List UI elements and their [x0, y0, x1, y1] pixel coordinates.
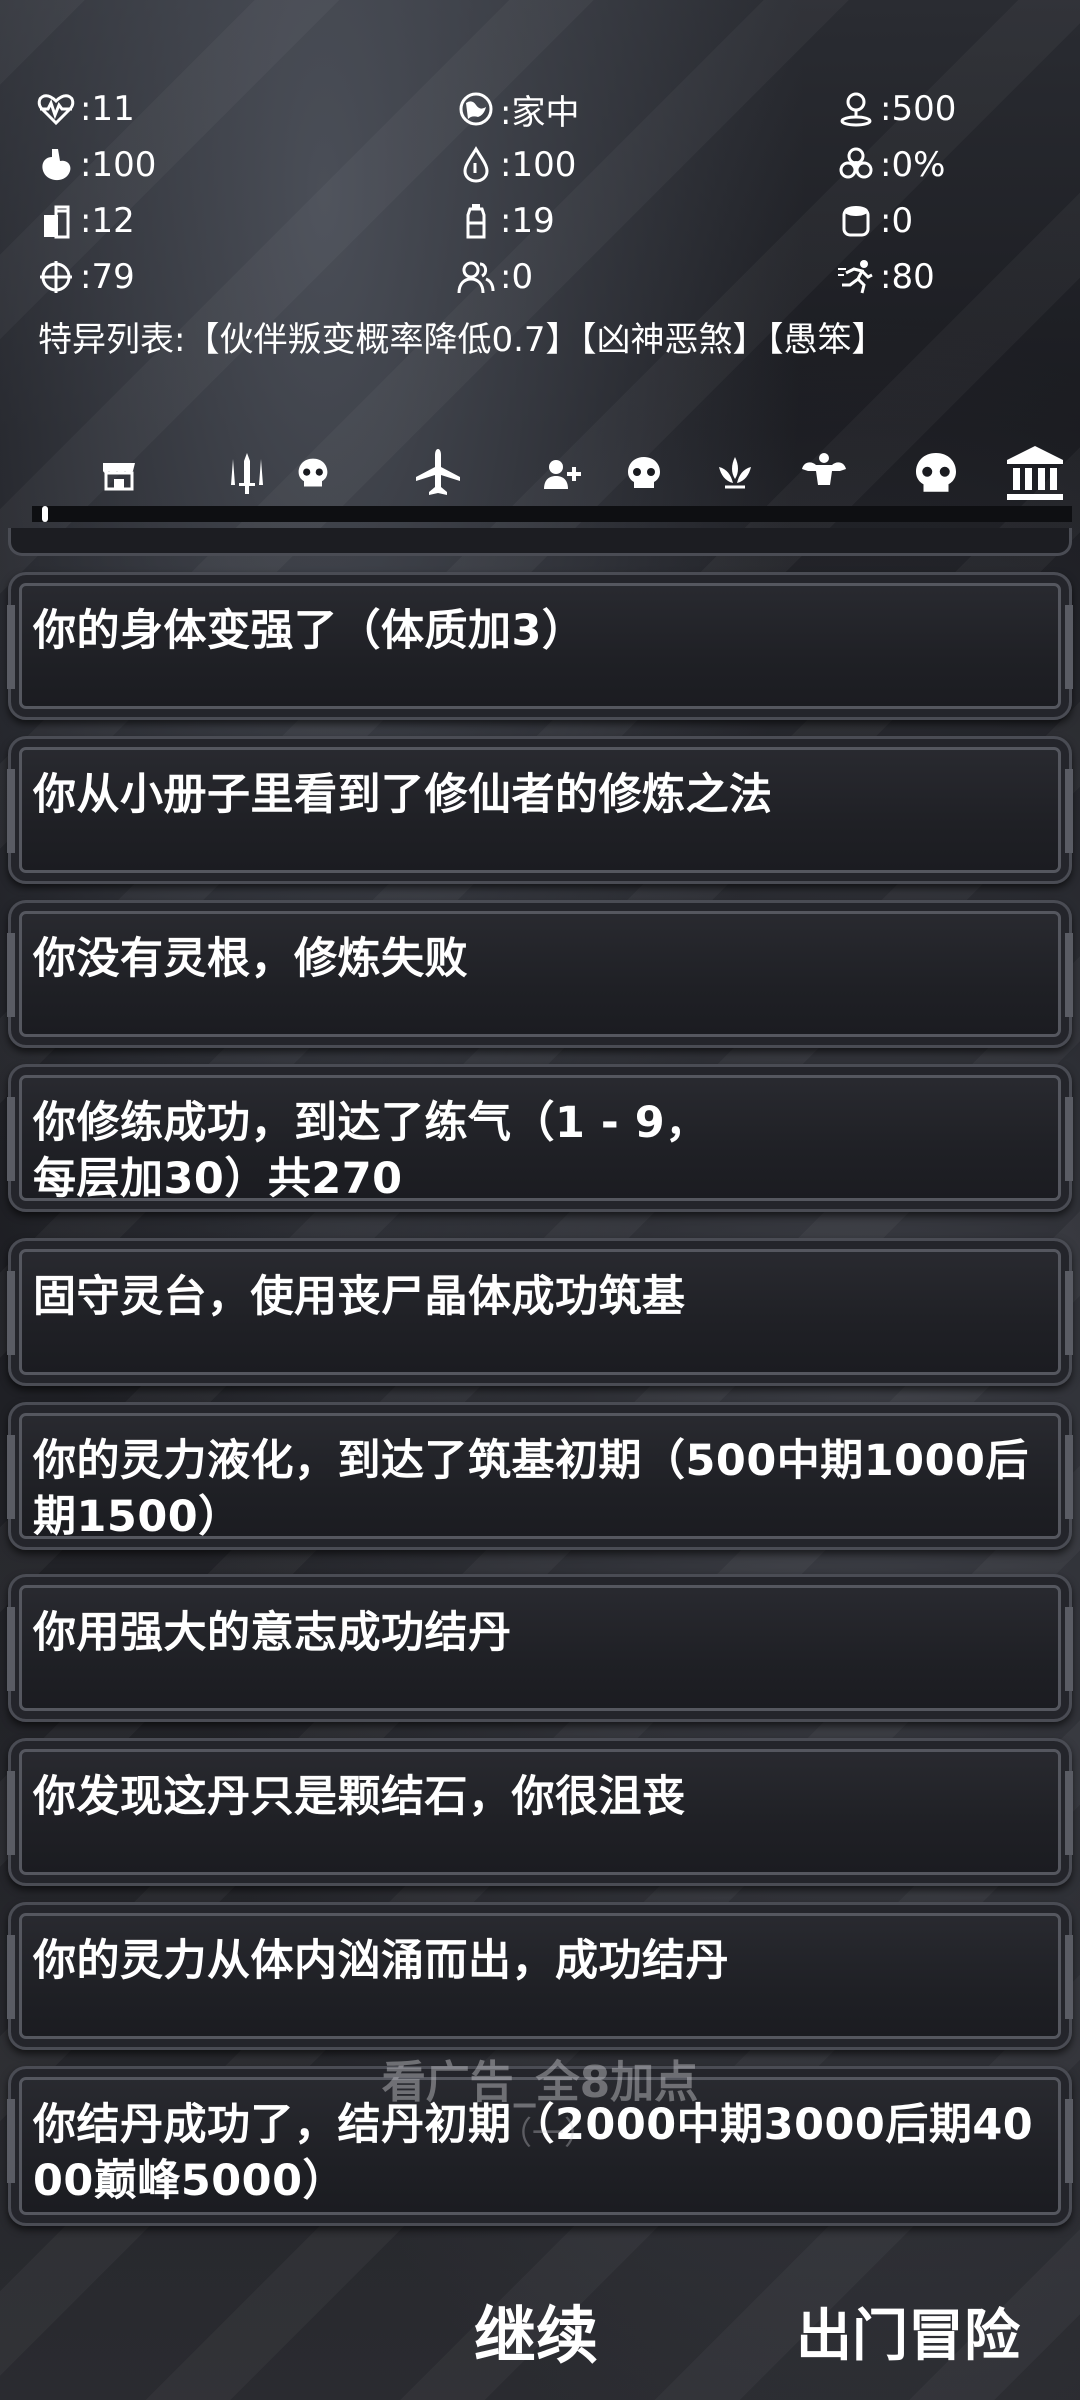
special-traits: 特异列表:【伙伴叛变概率降低0.7】【凶神恶煞】【愚笨】 — [38, 320, 886, 360]
stat-hunger: :100 — [36, 142, 456, 188]
stats-panel: :11 :家中 :500 :100 :100 :0% :12 :19 :0 :7… — [36, 86, 1046, 300]
lotus-icon — [719, 457, 751, 489]
running-icon — [838, 260, 873, 294]
go-adventure-button[interactable]: 出门冒险 — [790, 2290, 1026, 2370]
stat-agility-value: :80 — [880, 257, 935, 297]
bank-icon — [1007, 446, 1063, 500]
log-entry-text: 固守灵台，使用丧尸晶体成功筑基 — [33, 1272, 686, 1322]
stomach-icon — [42, 149, 71, 181]
heartbeat-icon — [37, 94, 75, 126]
log-entry: 你用强大的意志成功结丹 — [7, 1574, 1073, 1722]
log-entry: 你从小册子里看到了修仙者的修炼之法 — [7, 736, 1073, 884]
tab-weapons[interactable] — [222, 440, 272, 506]
stat-accuracy-value: :79 — [80, 257, 135, 297]
tab-shop[interactable] — [96, 440, 142, 506]
weapons-icon — [231, 453, 263, 494]
log-entry-text: 你的身体变强了（体质加3） — [33, 606, 586, 656]
stat-companions: :0 — [456, 254, 836, 300]
muscle-icon — [802, 453, 846, 485]
stat-accuracy: :79 — [36, 254, 456, 300]
skull-icon — [628, 457, 660, 488]
stat-agility: :80 — [836, 254, 1046, 300]
stat-thirst: :100 — [456, 142, 836, 188]
log-entry: 你的身体变强了（体质加3） — [7, 572, 1073, 720]
toilet-paper-icon — [842, 206, 870, 237]
water-bottle-icon — [466, 204, 486, 239]
tab-bosses[interactable] — [908, 440, 964, 506]
tab-cultivation[interactable] — [712, 440, 758, 506]
stat-infection: :0% — [836, 142, 1046, 188]
users-icon — [457, 261, 495, 294]
biohazard-icon — [839, 147, 873, 179]
log-entry: 你的灵力液化，到达了筑基初期（500中期1000后期1500） — [7, 1402, 1073, 1550]
stat-distance-value: :500 — [880, 89, 957, 129]
stat-food-value: :12 — [80, 201, 135, 241]
skull-small-icon — [298, 458, 328, 487]
airplane-icon — [416, 449, 460, 495]
stat-water-value: :19 — [500, 201, 555, 241]
event-log[interactable]: 你的身体变强了（体质加3） 你从小册子里看到了修仙者的修炼之法 你没有灵根，修炼… — [0, 528, 1080, 2238]
stat-hygiene: :0 — [836, 198, 1046, 244]
stat-location-value: :家中 — [500, 92, 580, 133]
category-tabs — [0, 440, 1080, 510]
log-entry-text: 你用强大的意志成功结丹 — [33, 1608, 512, 1658]
continue-button[interactable]: 继续 — [468, 2284, 604, 2372]
shop-icon — [103, 463, 135, 491]
log-entry: 你修练成功，到达了练气（1 - 9，每层加30）共270 — [7, 1064, 1073, 1212]
watch-ad-overlay-sub: （一） — [500, 2114, 597, 2152]
stat-location: :家中 — [456, 86, 836, 133]
log-top-edge — [8, 528, 1072, 556]
crosshair-icon — [40, 261, 72, 293]
tab-recruit[interactable] — [540, 440, 586, 506]
stat-infection-value: :0% — [880, 145, 946, 185]
stat-hygiene-value: :0 — [880, 201, 914, 241]
water-drop-icon — [463, 146, 489, 183]
stat-hunger-value: :100 — [80, 145, 157, 185]
tab-zombie[interactable] — [290, 440, 336, 506]
log-entry-text: 你发现这丹只是颗结石，你很沮丧 — [33, 1772, 686, 1822]
globe-location-icon — [459, 92, 493, 126]
stat-health: :11 — [36, 86, 456, 132]
tab-training[interactable] — [796, 440, 852, 506]
tab-bank[interactable] — [1004, 440, 1066, 506]
food-can-icon — [44, 205, 70, 239]
log-entry: 固守灵台，使用丧尸晶体成功筑基 — [7, 1238, 1073, 1386]
watch-ad-overlay[interactable]: 看广告_全8加点 — [0, 2046, 1080, 2110]
log-entry-text: 你没有灵根，修炼失败 — [33, 934, 468, 984]
stat-water: :19 — [456, 198, 836, 244]
tab-scroll-track[interactable] — [32, 506, 1072, 522]
stat-companions-value: :0 — [500, 257, 534, 297]
log-entry-text: 你从小册子里看到了修仙者的修炼之法 — [33, 770, 773, 820]
stat-health-value: :11 — [80, 89, 135, 129]
log-entry-text: 你的灵力液化，到达了筑基初期（500中期1000后期1500） — [33, 1436, 1029, 1542]
tab-combat[interactable] — [620, 440, 668, 506]
add-user-icon — [544, 460, 581, 489]
stat-food: :12 — [36, 198, 456, 244]
log-entry-text: 你修练成功，到达了练气（1 - 9，每层加30）共270 — [33, 1098, 709, 1204]
log-entry-text: 你的灵力从体内汹涌而出，成功结丹 — [33, 1936, 729, 1986]
skull-large-icon — [916, 453, 956, 492]
stat-distance: :500 — [836, 86, 1046, 132]
log-entry: 你发现这丹只是颗结石，你很沮丧 — [7, 1738, 1073, 1886]
map-pin-icon — [840, 92, 872, 127]
log-entry: 你没有灵根，修炼失败 — [7, 900, 1073, 1048]
log-entry: 你的灵力从体内汹涌而出，成功结丹 — [7, 1902, 1073, 2050]
tab-scroll-indicator[interactable] — [42, 506, 48, 522]
stat-thirst-value: :100 — [500, 145, 577, 185]
tab-travel[interactable] — [410, 440, 466, 506]
